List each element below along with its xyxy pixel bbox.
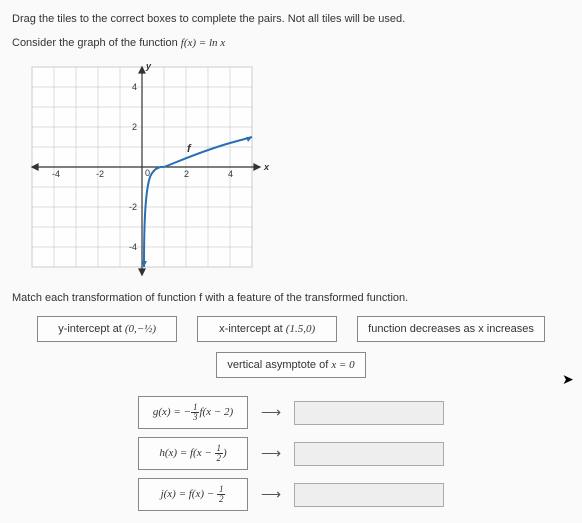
match-rows: g(x) = −13f(x − 2) ⟶ h(x) = f(x − 12) ⟶ … [12,396,570,511]
row-j: j(x) = f(x) − 12 ⟶ [138,478,444,511]
svg-text:2: 2 [184,169,189,179]
drop-g[interactable] [294,401,444,425]
tiles-bank: y-intercept at (0,−½) x-intercept at (1.… [12,316,570,378]
svg-text:y: y [145,61,152,71]
tile-decreasing[interactable]: function decreases as x increases [357,316,545,342]
svg-text:2: 2 [132,122,137,132]
source-j: j(x) = f(x) − 12 [138,478,248,511]
drop-j[interactable] [294,483,444,507]
match-prompt: Match each transformation of function f … [12,292,570,304]
svg-text:4: 4 [228,169,233,179]
arrow-icon: ⟶ [256,486,286,503]
drop-h[interactable] [294,442,444,466]
svg-text:-4: -4 [129,242,137,252]
graph-container: -4 -2 0 2 4 4 2 -2 -4 y x f [22,57,570,282]
tile-x-intercept[interactable]: x-intercept at (1.5,0) [197,316,337,342]
svg-text:4: 4 [132,82,137,92]
source-h: h(x) = f(x − 12) [138,437,248,470]
consider-text: Consider the graph of the function f(x) … [12,37,570,49]
svg-text:-2: -2 [129,202,137,212]
tile-y-intercept[interactable]: y-intercept at (0,−½) [37,316,177,342]
source-g: g(x) = −13f(x − 2) [138,396,248,429]
svg-text:-4: -4 [52,169,60,179]
graph-svg: -4 -2 0 2 4 4 2 -2 -4 y x f [22,57,282,282]
cursor-icon: ➤ [562,371,574,388]
row-h: h(x) = f(x − 12) ⟶ [138,437,444,470]
tile-asymptote[interactable]: vertical asymptote of x = 0 [216,352,365,378]
instructions-text: Drag the tiles to the correct boxes to c… [12,12,570,27]
consider-prefix: Consider the graph of the function [12,37,181,49]
svg-text:x: x [263,162,270,172]
row-g: g(x) = −13f(x − 2) ⟶ [138,396,444,429]
arrow-icon: ⟶ [256,445,286,462]
svg-text:-2: -2 [96,169,104,179]
arrow-icon: ⟶ [256,404,286,421]
function-expression: f(x) = ln x [181,37,225,49]
